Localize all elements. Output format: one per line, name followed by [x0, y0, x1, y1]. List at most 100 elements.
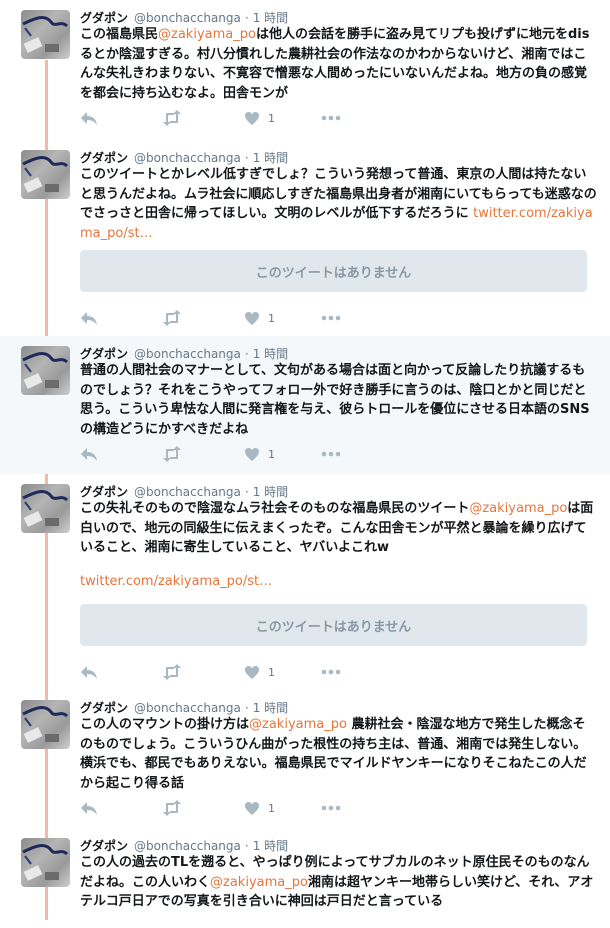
tweet-timestamp[interactable]: 1 時間 [253, 485, 288, 499]
user-handle[interactable]: @bonchacchanga [134, 347, 241, 361]
display-name[interactable]: グダポン [80, 839, 128, 853]
retweet-button[interactable] [162, 662, 182, 682]
reply-icon [81, 448, 97, 461]
retweet-button[interactable] [162, 108, 182, 128]
unavailable-tweet-card: このツイートはありません [80, 250, 587, 292]
display-name[interactable]: グダポン [80, 151, 128, 165]
like-button[interactable]: 1 [244, 308, 275, 328]
user-handle[interactable]: @bonchacchanga [134, 11, 241, 25]
tweet-header: グダポン @bonchacchanga · 1 時間 [80, 483, 288, 500]
reply-button[interactable] [80, 444, 98, 464]
separator-dot: · [244, 347, 249, 361]
retweet-button[interactable] [162, 308, 182, 328]
tweet-header: グダポン @bonchacchanga · 1 時間 [80, 699, 288, 716]
user-handle[interactable]: @bonchacchanga [134, 485, 241, 499]
reply-button[interactable] [80, 798, 98, 818]
avatar[interactable] [21, 150, 70, 199]
more-button[interactable] [321, 662, 341, 682]
like-count: 1 [268, 801, 275, 815]
mention-link[interactable]: @zakiyama_po [210, 875, 308, 890]
avatar[interactable] [21, 346, 70, 395]
tweet-item: グダポン @bonchacchanga · 1 時間 この失礼そのもので陰湿なムラ社会そ… [0, 474, 610, 690]
display-name[interactable]: グダポン [80, 485, 128, 499]
separator-dot: · [244, 151, 249, 165]
separator-dot: · [244, 11, 249, 25]
more-button[interactable] [321, 308, 341, 328]
tweet-text-segment: この福島県民 [80, 27, 159, 42]
mention-link[interactable]: @zakiyama_po [249, 717, 347, 732]
avatar[interactable] [21, 10, 70, 59]
tweet-actions: 1 [80, 662, 380, 682]
tweet-text-segment: この人のマウントの掛け方は [80, 717, 250, 732]
tweet-timestamp[interactable]: 1 時間 [253, 151, 288, 165]
reply-button[interactable] [80, 308, 98, 328]
tweet-timestamp[interactable]: 1 時間 [253, 701, 288, 715]
display-name[interactable]: グダポン [80, 347, 128, 361]
retweet-icon [163, 110, 181, 126]
tweet-header: グダポン @bonchacchanga · 1 時間 [80, 9, 288, 26]
tweet-text: 普通の人間社会のマナーとして、文句がある場合は面と向かって反論したり抗議するもの… [80, 361, 598, 439]
tweet-item: グダポン @bonchacchanga · 1 時間 この福島県民@zakiyama_p… [0, 0, 610, 140]
unavailable-tweet-card: このツイートはありません [80, 604, 587, 646]
tweet-text-segment: 普通の人間社会のマナーとして、文句がある場合は面と向かって反論したり抗議するもの… [80, 363, 590, 437]
more-button[interactable] [321, 444, 341, 464]
avatar-image [22, 706, 69, 743]
like-button[interactable]: 1 [244, 108, 275, 128]
tweet-text-segment: この失礼そのもので陰湿なムラ社会そのものな福島県民のツイート [80, 501, 470, 516]
separator-dot: · [244, 485, 249, 499]
avatar-image [22, 156, 69, 193]
retweet-icon [163, 446, 181, 462]
more-button[interactable] [321, 798, 341, 818]
tweet-header: グダポン @bonchacchanga · 1 時間 [80, 837, 288, 854]
mention-link[interactable]: @zakiyama_po [158, 27, 256, 42]
more-icon [321, 315, 341, 321]
display-name[interactable]: グダポン [80, 701, 128, 715]
tweet-timestamp[interactable]: 1 時間 [253, 839, 288, 853]
avatar-image [22, 490, 69, 527]
user-handle[interactable]: @bonchacchanga [134, 839, 241, 853]
avatar-image [22, 844, 69, 881]
more-icon [321, 669, 341, 675]
reply-button[interactable] [80, 662, 98, 682]
display-name[interactable]: グダポン [80, 11, 128, 25]
heart-icon [245, 665, 259, 679]
like-count: 1 [268, 665, 275, 679]
retweet-button[interactable] [162, 444, 182, 464]
reply-button[interactable] [80, 108, 98, 128]
like-count: 1 [268, 111, 275, 125]
tweet-actions: 1 [80, 308, 380, 328]
tweet-text: この失礼そのもので陰湿なムラ社会そのものな福島県民のツイート@zakiyama_… [80, 499, 598, 558]
tweet-timestamp[interactable]: 1 時間 [253, 347, 288, 361]
tweet-text: このツイートとかレベル低すぎでしょ？こういう発想って普通、東京の人間は持たないと… [80, 165, 598, 243]
user-handle[interactable]: @bonchacchanga [134, 701, 241, 715]
tweet-text: この福島県民@zakiyama_poは他人の会話を勝手に盗み見てリプも投げずに地… [80, 25, 598, 103]
tweet-header: グダポン @bonchacchanga · 1 時間 [80, 345, 288, 362]
avatar[interactable] [21, 838, 70, 887]
separator-dot: · [244, 701, 249, 715]
reply-icon [81, 312, 97, 325]
like-button[interactable]: 1 [244, 444, 275, 464]
retweet-button[interactable] [162, 798, 182, 818]
mention-link[interactable]: @zakiyama_po [469, 501, 567, 516]
avatar-image [22, 16, 69, 53]
reply-icon [81, 666, 97, 679]
heart-icon [245, 447, 259, 461]
like-button[interactable]: 1 [244, 798, 275, 818]
tweet-actions: 1 [80, 444, 380, 464]
more-icon [321, 115, 341, 121]
tweet-timestamp[interactable]: 1 時間 [253, 11, 288, 25]
url-link[interactable]: twitter.com/zakiyama_po/st… [80, 574, 272, 589]
avatar[interactable] [21, 484, 70, 533]
tweet-item: グダポン @bonchacchanga · 1 時間 この人のマウントの掛け方は@zak… [0, 690, 610, 828]
tweet-text: この人のマウントの掛け方は@zakiyama_po 農耕社会・陰湿な地方で発生し… [80, 715, 598, 793]
reply-icon [81, 112, 97, 125]
more-button[interactable] [321, 108, 341, 128]
like-button[interactable]: 1 [244, 662, 275, 682]
retweet-icon [163, 310, 181, 326]
heart-icon [245, 311, 259, 325]
like-count: 1 [268, 447, 275, 461]
more-icon [321, 805, 341, 811]
avatar[interactable] [21, 700, 70, 749]
heart-icon [245, 111, 259, 125]
user-handle[interactable]: @bonchacchanga [134, 151, 241, 165]
